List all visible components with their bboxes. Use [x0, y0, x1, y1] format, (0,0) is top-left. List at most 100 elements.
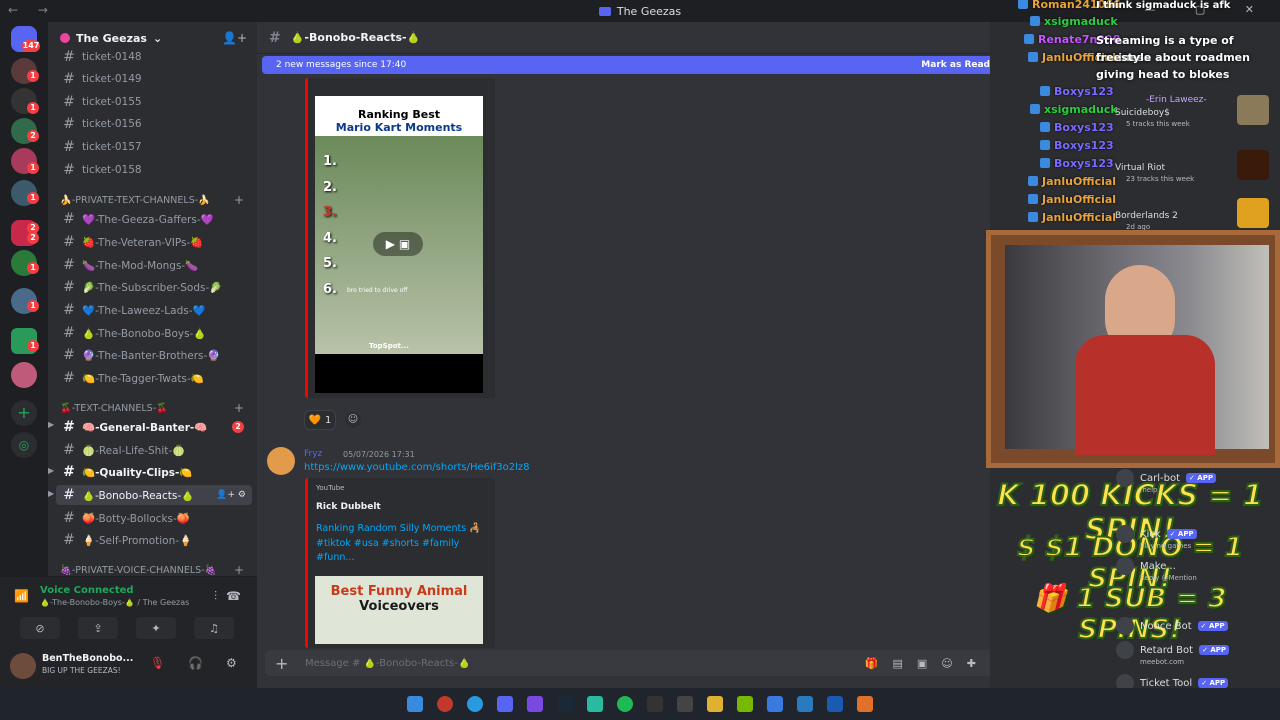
- server-icon[interactable]: [11, 362, 37, 388]
- nav-arrows[interactable]: ← →: [8, 3, 56, 17]
- soundboard-icon[interactable]: ♫: [194, 617, 234, 639]
- member-name: Nonce Bot: [1140, 620, 1192, 632]
- noise-icon[interactable]: ⫶: [214, 589, 217, 604]
- activity-sub: 5 tracks this week: [1126, 120, 1190, 128]
- channel-private[interactable]: # 🔮-The-Banter-Brothers-🔮: [56, 345, 252, 365]
- hash-icon: #: [63, 347, 75, 363]
- outlook-icon[interactable]: [827, 696, 843, 712]
- embed-author[interactable]: Rick Dubbelt: [316, 502, 381, 512]
- message-input[interactable]: + Message # 🍐-Bonobo-Reacts-🍐 🎁▤▣☺✚: [265, 650, 1000, 676]
- chat-badge-icon: [1028, 212, 1038, 222]
- spotify-icon[interactable]: [617, 696, 633, 712]
- avatar[interactable]: [267, 447, 295, 475]
- channel-text[interactable]: # 🍈-Real-Life-Shit-🍈: [56, 440, 252, 460]
- attach-plus-icon[interactable]: +: [275, 654, 288, 673]
- channel-private[interactable]: # 🥬-The-Subscriber-Sods-🥬: [56, 277, 252, 297]
- mark-as-read-button[interactable]: Mark as Read: [921, 60, 990, 70]
- channel-category[interactable]: 🍌-PRIVATE-TEXT-CHANNELS-🍌 +: [60, 192, 250, 208]
- epic-icon[interactable]: [647, 696, 663, 712]
- discord-icon[interactable]: [497, 696, 513, 712]
- unread-badge: 1: [27, 102, 39, 114]
- video-caption: bro tried to drive off: [347, 287, 408, 294]
- channel-ticket[interactable]: # ticket-0148: [56, 47, 252, 67]
- channel-private[interactable]: # 🍋-The-Tagger-Twats-🍋: [56, 368, 252, 388]
- channel-private[interactable]: # 💙-The-Laweez-Lads-💙: [56, 300, 252, 320]
- message-author[interactable]: Fryz: [304, 449, 322, 459]
- composer-tools-icon[interactable]: 🎁▤▣☺✚: [865, 657, 990, 670]
- new-messages-bar[interactable]: 2 new messages since 17:40 Mark as Read: [262, 56, 1000, 74]
- activity-title[interactable]: Borderlands 2: [1115, 211, 1178, 221]
- add-channel-icon[interactable]: +: [234, 193, 244, 207]
- opera-icon[interactable]: [437, 696, 453, 712]
- start-icon[interactable]: [407, 696, 423, 712]
- app-icon[interactable]: [857, 696, 873, 712]
- camera-off-icon[interactable]: ⊘: [20, 617, 60, 639]
- explore-icon[interactable]: ◎: [11, 432, 37, 458]
- channel-ticket[interactable]: # ticket-0158: [56, 160, 252, 180]
- activity-title[interactable]: Virtual Riot: [1115, 163, 1165, 173]
- video-thumbnail[interactable]: Ranking Best Mario Kart Moments bro trie…: [315, 96, 483, 393]
- mic-muted-icon[interactable]: 🎙: [150, 656, 165, 670]
- embed-title[interactable]: Ranking Random Silly Moments 🦂 #tiktok #…: [316, 522, 486, 566]
- add-server-icon[interactable]: +: [11, 400, 37, 426]
- voice-channel[interactable]: 🍐-The-Bonobo-Boys-🍐 / The Geezas: [40, 598, 189, 607]
- channel-name: 🍐-The-Bonobo-Boys-🍐: [82, 327, 207, 340]
- stream-chat-line: xsigmaduck: [1030, 101, 1118, 117]
- username[interactable]: BenTheBonobo...: [42, 653, 133, 664]
- member-item[interactable]: Kick ✓ APP: [1116, 524, 1197, 544]
- add-channel-icon[interactable]: +: [234, 401, 244, 415]
- member-name: Retard Bot: [1140, 644, 1194, 656]
- channel-category[interactable]: 🍒-TEXT-CHANNELS-🍒 +: [60, 400, 250, 416]
- member-item[interactable]: Make...: [1116, 556, 1176, 576]
- reaction-chip[interactable]: 🧡 1: [304, 410, 336, 430]
- channel-text[interactable]: # 🍑-Botty-Bollocks-🍑: [56, 508, 252, 528]
- app-icon[interactable]: [677, 696, 693, 712]
- app-icon[interactable]: [587, 696, 603, 712]
- channel-settings-icon[interactable]: 👤+ ⚙: [216, 490, 246, 500]
- thumb-line1: Best Funny Animal: [330, 584, 468, 599]
- channel-ticket[interactable]: # ticket-0157: [56, 137, 252, 157]
- channel-text[interactable]: # 🍐-Bonobo-Reacts-🍐 👤+ ⚙: [56, 485, 252, 505]
- play-icon[interactable]: ▶ ▣: [373, 232, 423, 256]
- expand-arrow-icon[interactable]: ▶: [48, 466, 54, 475]
- channel-text[interactable]: # 🍋-Quality-Clips-🍋: [56, 462, 252, 482]
- unread-badge: 1: [27, 70, 39, 82]
- screenshare-icon[interactable]: ⇪: [78, 617, 118, 639]
- stream-chat-line: JanluOfficial: [1028, 209, 1116, 225]
- channel-private[interactable]: # 🍆-The-Mod-Mongs-🍆: [56, 255, 252, 275]
- member-item[interactable]: Retard Bot ✓ APP: [1116, 640, 1230, 660]
- add-channel-icon[interactable]: +: [234, 563, 244, 577]
- deafen-icon[interactable]: 🎧: [188, 656, 203, 670]
- app-icon[interactable]: [797, 696, 813, 712]
- channel-ticket[interactable]: # ticket-0156: [56, 114, 252, 134]
- channel-ticket[interactable]: # ticket-0155: [56, 92, 252, 112]
- embed-thumbnail[interactable]: Best Funny Animal Voiceovers: [315, 576, 483, 644]
- channel-text[interactable]: # 🧠-General-Banter-🧠 2: [56, 417, 252, 437]
- activities-icon[interactable]: ✦: [136, 617, 176, 639]
- nvidia-icon[interactable]: [737, 696, 753, 712]
- channel-private[interactable]: # 🍐-The-Bonobo-Boys-🍐: [56, 323, 252, 343]
- channel-text[interactable]: # 🍦-Self-Promotion-🍦: [56, 530, 252, 550]
- gear-icon[interactable]: ⚙: [226, 656, 237, 670]
- channel-ticket[interactable]: # ticket-0149: [56, 69, 252, 89]
- expand-arrow-icon[interactable]: ▶: [48, 420, 54, 429]
- disconnect-icon[interactable]: ☎: [226, 589, 241, 603]
- add-user-icon[interactable]: 👤+: [222, 31, 247, 45]
- member-item[interactable]: Carl-bot ✓ APP: [1116, 468, 1216, 488]
- category-label: 🍇-PRIVATE-VOICE-CHANNELS-🍇: [60, 564, 217, 576]
- channel-private[interactable]: # 💜-The-Geeza-Gaffers-💜: [56, 209, 252, 229]
- voice-status[interactable]: Voice Connected: [40, 585, 134, 596]
- notepad-icon[interactable]: [767, 696, 783, 712]
- steam-icon[interactable]: [557, 696, 573, 712]
- app-icon[interactable]: [527, 696, 543, 712]
- edge-icon[interactable]: [467, 696, 483, 712]
- expand-arrow-icon[interactable]: ▶: [48, 489, 54, 498]
- activity-title[interactable]: Suicideboy$: [1115, 108, 1170, 118]
- avatar[interactable]: [10, 653, 36, 679]
- message-link[interactable]: https://www.youtube.com/shorts/He6if3o2l…: [304, 462, 530, 473]
- member-item[interactable]: Nonce Bot ✓ APP: [1116, 616, 1228, 636]
- taskbar: [0, 688, 1280, 720]
- folder-icon[interactable]: [707, 696, 723, 712]
- channel-private[interactable]: # 🍓-The-Veteran-VIPs-🍓: [56, 232, 252, 252]
- add-reaction-icon[interactable]: ☺: [345, 412, 361, 428]
